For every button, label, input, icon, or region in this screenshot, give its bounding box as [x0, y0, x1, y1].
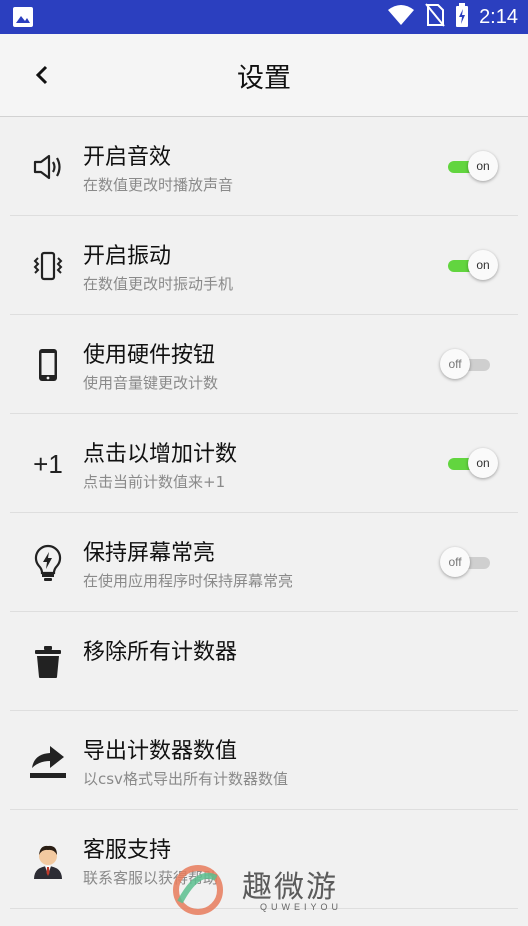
setting-subtitle: 以csv格式导出所有计数器数值 [83, 770, 288, 788]
setting-title: 导出计数器数值 [83, 739, 238, 764]
hardware-buttons-toggle[interactable]: off [440, 349, 498, 381]
app-bar: 设置 [0, 34, 528, 117]
page-title: 设置 [237, 63, 291, 94]
setting-subtitle: 在数值更改时振动手机 [83, 275, 234, 293]
setting-subtitle: 联系客服以获得帮助 [83, 869, 219, 887]
no-sim-icon [425, 3, 445, 31]
setting-keep-screen-on[interactable]: 保持屏幕常亮 在使用应用程序时保持屏幕常亮 off [10, 513, 518, 612]
phone-icon [28, 345, 68, 385]
toggle-state: on [468, 250, 498, 280]
setting-title: 开启音效 [83, 145, 172, 170]
wifi-icon [387, 4, 415, 30]
setting-remove-all-counters[interactable]: 移除所有计数器 [10, 612, 518, 711]
speaker-icon [28, 147, 68, 187]
setting-title: 使用硬件按钮 [83, 343, 216, 368]
vibration-toggle[interactable]: on [440, 250, 498, 282]
setting-title: 开启振动 [83, 244, 172, 269]
setting-export-values[interactable]: 导出计数器数值 以csv格式导出所有计数器数值 [10, 711, 518, 810]
vibrate-icon [28, 246, 68, 286]
setting-title: 保持屏幕常亮 [83, 541, 216, 566]
toggle-state: off [440, 349, 470, 379]
setting-subtitle: 在数值更改时播放声音 [83, 176, 234, 194]
status-bar: 2:14 [0, 0, 528, 34]
setting-subtitle: 点击当前计数值来+1 [83, 473, 226, 491]
support-agent-icon [28, 840, 68, 880]
keep-screen-on-toggle[interactable]: off [440, 547, 498, 579]
plus-one-icon: +1 [33, 448, 63, 479]
image-icon [12, 6, 36, 28]
setting-customer-support[interactable]: 客服支持 联系客服以获得帮助 [10, 810, 518, 909]
setting-vibration[interactable]: 开启振动 在数值更改时振动手机 on [10, 216, 518, 315]
share-export-icon [28, 741, 68, 781]
setting-tap-to-increment[interactable]: +1 点击以增加计数 点击当前计数值来+1 on [10, 414, 518, 513]
setting-title: 点击以增加计数 [83, 442, 238, 467]
settings-list: 开启音效 在数值更改时播放声音 on 开启振动 在数值更改时振动手机 on 使用… [0, 117, 528, 909]
trash-icon [28, 642, 68, 682]
battery-charging-icon [455, 3, 469, 31]
status-time: 2:14 [479, 5, 518, 28]
toggle-state: off [440, 547, 470, 577]
setting-subtitle: 在使用应用程序时保持屏幕常亮 [83, 572, 294, 590]
toggle-state: on [468, 448, 498, 478]
setting-sound[interactable]: 开启音效 在数值更改时播放声音 on [10, 117, 518, 216]
setting-title: 客服支持 [83, 838, 172, 863]
setting-subtitle: 使用音量键更改计数 [83, 374, 219, 392]
toggle-state: on [468, 151, 498, 181]
tap-to-increment-toggle[interactable]: on [440, 448, 498, 480]
setting-hardware-buttons[interactable]: 使用硬件按钮 使用音量键更改计数 off [10, 315, 518, 414]
lightbulb-icon [28, 543, 68, 583]
sound-toggle[interactable]: on [440, 151, 498, 183]
setting-title: 移除所有计数器 [83, 640, 238, 665]
